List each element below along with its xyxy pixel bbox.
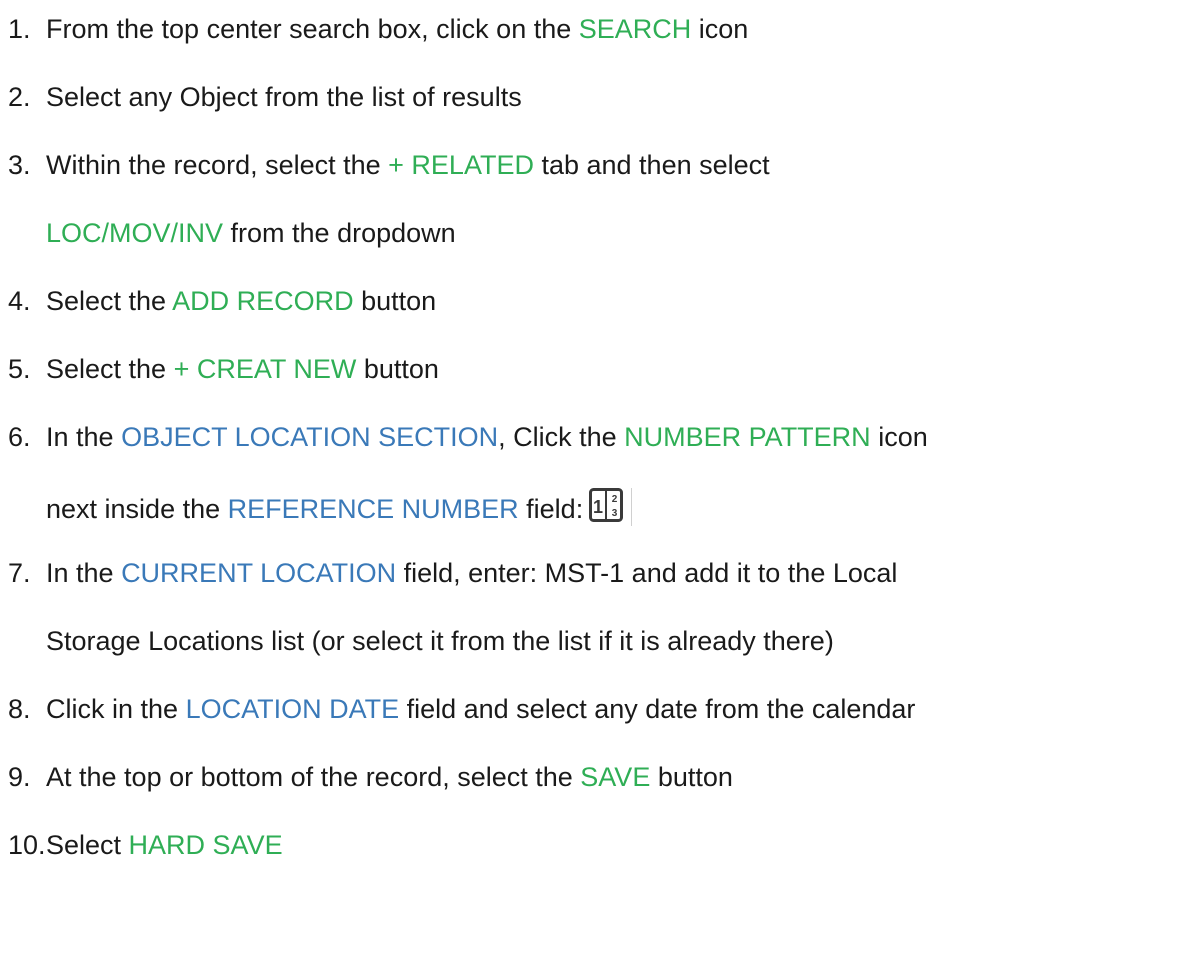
step-text: field: [518,494,584,524]
step-text: In the [46,422,122,452]
step-number: 1. [8,14,31,44]
step-7-continuation: Storage Locations list (or select it fro… [46,624,834,658]
step-10: 10.Select HARD SAVE [8,828,283,862]
step-text: icon [870,422,928,452]
step-text: Select the [46,354,174,384]
step-text: button [356,354,439,384]
step-9: 9. At the top or bottom of the record, se… [8,760,733,794]
step-text: Storage Locations list (or select it fro… [46,626,834,656]
step-number: 6. [8,422,31,452]
step-2: 2. Select any Object from the list of res… [8,80,522,114]
step-text: At the top or bottom of the record, sele… [46,762,581,792]
step-6-continuation: next inside the REFERENCE NUMBER field: 1… [46,488,633,526]
step-text: button [353,286,437,316]
highlighted-ui-term: SAVE [580,762,651,792]
highlighted-ui-term: HARD SAVE [128,830,283,860]
step-1: 1. From the top center search box, click … [8,12,748,46]
step-number: 8. [8,694,31,724]
step-text: field and select any date from the calen… [399,694,916,724]
step-3-continuation: LOC/MOV/INV from the dropdown [46,216,456,250]
step-number: 10. [8,830,46,860]
step-5: 5. Select the + CREAT NEW button [8,352,439,386]
step-number: 7. [8,558,31,588]
svg-text:1: 1 [593,497,603,517]
highlighted-ui-term: LOC/MOV/INV [46,218,224,248]
icon-divider [631,488,633,526]
highlighted-section-term: LOCATION DATE [185,694,400,724]
highlighted-section-term: REFERENCE NUMBER [227,494,519,524]
step-text: Click in the [46,694,186,724]
step-7: 7. In the CURRENT LOCATION field, enter: … [8,556,897,590]
step-number: 2. [8,82,31,112]
highlighted-ui-term: + CREAT NEW [173,354,357,384]
instruction-document: 1. From the top center search box, click … [0,0,1190,978]
svg-text:3: 3 [612,508,618,519]
step-number: 3. [8,150,31,180]
step-text: button [650,762,733,792]
number-pattern-icon: 12 3 [589,488,624,522]
step-8: 8. Click in the LOCATION DATE field and s… [8,692,915,726]
step-3: 3. Within the record, select the + RELATE… [8,148,770,182]
step-text: field, enter: MST-1 and add it to the Lo… [396,558,898,588]
step-number: 4. [8,286,31,316]
step-text: from the dropdown [223,218,456,248]
step-4: 4. Select the ADD RECORD button [8,284,436,318]
step-text: Within the record, select the [46,150,389,180]
highlighted-ui-term: ADD RECORD [172,286,354,316]
step-text: Select [46,830,129,860]
highlighted-section-term: OBJECT LOCATION SECTION [121,422,499,452]
step-text: next inside the [46,494,228,524]
highlighted-ui-term: + RELATED [388,150,534,180]
step-text: Select any Object from the list of resul… [46,82,522,112]
step-text: , Click the [498,422,625,452]
step-text: Select the [46,286,173,316]
step-number: 5. [8,354,31,384]
step-number: 9. [8,762,31,792]
highlighted-section-term: CURRENT LOCATION [121,558,397,588]
svg-text:2: 2 [612,494,618,505]
step-text: In the [46,558,122,588]
step-text: icon [691,14,749,44]
step-text: From the top center search box, click on… [46,14,579,44]
step-6: 6. In the OBJECT LOCATION SECTION, Click … [8,420,928,454]
step-text: tab and then select [533,150,770,180]
highlighted-ui-term: NUMBER PATTERN [624,422,871,452]
highlighted-ui-term: SEARCH [578,14,692,44]
